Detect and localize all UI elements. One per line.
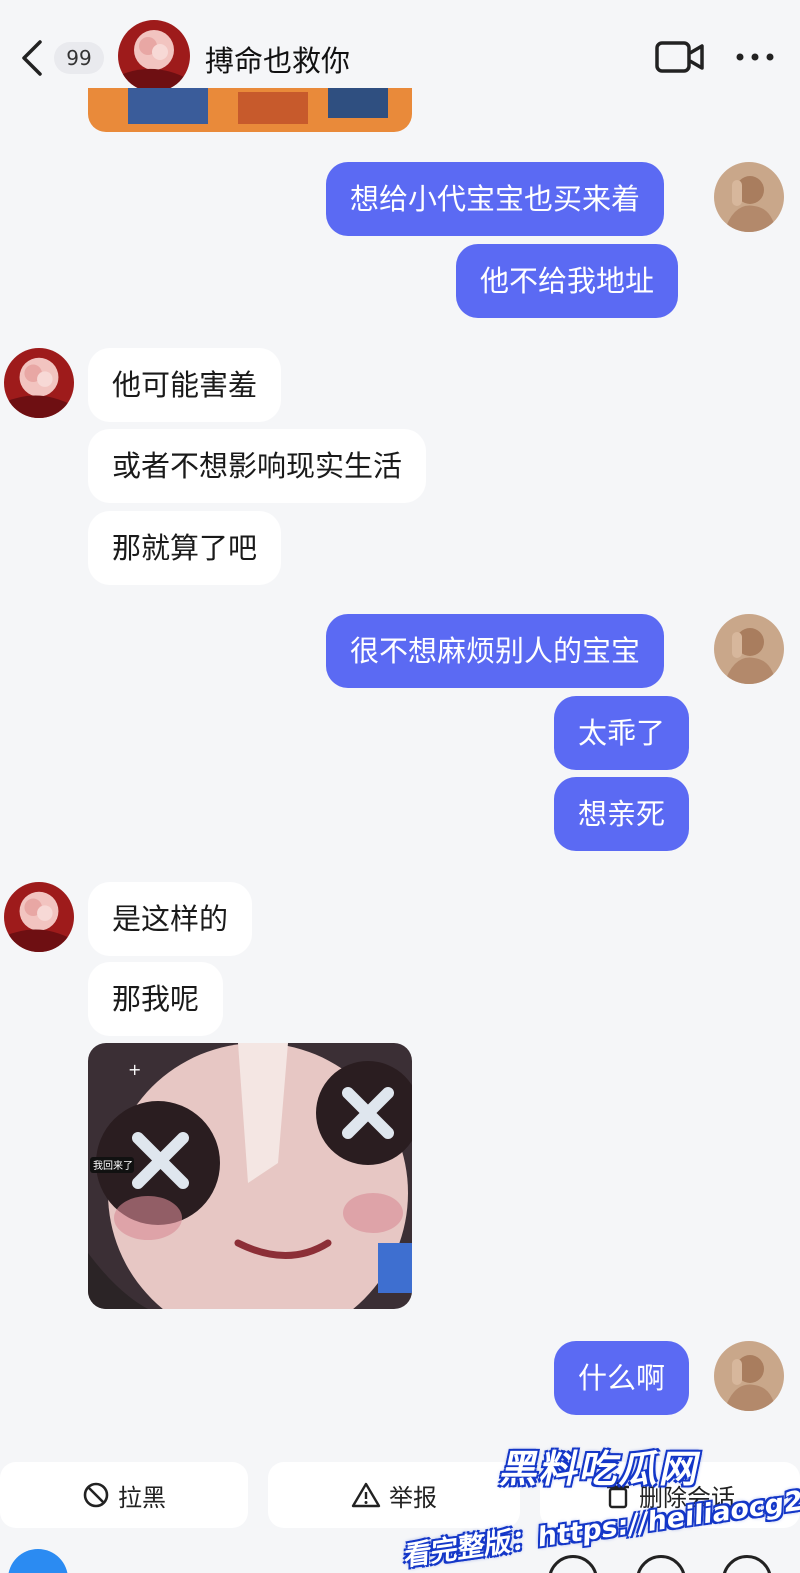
message-bubble-outgoing[interactable]: 想亲死 [554, 777, 690, 851]
message-bubble-outgoing[interactable]: 他不给我地址 [456, 244, 679, 318]
block-icon [83, 1482, 109, 1508]
block-label: 拉黑 [118, 1483, 166, 1512]
chat-title[interactable]: 搏命也救你 [205, 38, 350, 80]
message-bubble-outgoing[interactable]: 太乖了 [554, 696, 690, 770]
my-avatar[interactable] [714, 1341, 784, 1411]
sticker-image-message[interactable]: + 我回来了 [88, 1043, 412, 1309]
message-bubble-outgoing[interactable]: 想给小代宝宝也买来着 [326, 162, 665, 236]
previous-image-message[interactable] [88, 88, 412, 132]
message-bubble-incoming[interactable]: 他可能害羞 [88, 348, 282, 422]
sticker-caption: 我回来了 [93, 1160, 133, 1172]
block-button[interactable]: 拉黑 [0, 1462, 248, 1528]
message-bubble-incoming[interactable]: 或者不想影响现实生活 [88, 429, 427, 503]
contact-avatar[interactable] [118, 20, 190, 92]
voice-button[interactable] [8, 1549, 68, 1573]
contact-avatar[interactable] [4, 882, 74, 952]
watermark-title: 黑料吃瓜网 [496, 1447, 706, 1491]
my-avatar[interactable] [714, 162, 784, 232]
message-bubble-outgoing[interactable]: 很不想麻烦别人的宝宝 [326, 614, 665, 688]
more-dots-icon[interactable] [732, 48, 778, 66]
contact-avatar[interactable] [4, 348, 74, 418]
video-call-icon[interactable] [654, 38, 706, 76]
my-avatar[interactable] [714, 614, 784, 684]
chevron-left-icon[interactable] [14, 36, 54, 80]
svg-text:+: + [128, 1060, 141, 1079]
watermark: 黑料吃瓜网 看完整版：https://heiliaocg24.com [390, 1430, 800, 1573]
unread-badge[interactable]: 99 [54, 42, 104, 74]
message-bubble-outgoing[interactable]: 什么啊 [554, 1341, 690, 1415]
message-bubble-incoming[interactable]: 那我呢 [88, 962, 224, 1036]
message-bubble-incoming[interactable]: 是这样的 [88, 882, 253, 956]
warning-icon [351, 1482, 381, 1508]
message-bubble-incoming[interactable]: 那就算了吧 [88, 511, 282, 585]
